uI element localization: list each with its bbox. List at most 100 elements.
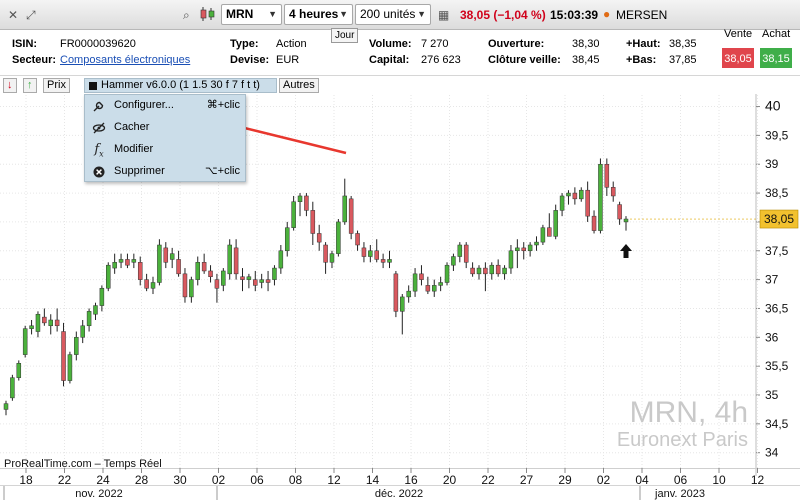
candle-body[interactable] (431, 285, 437, 292)
candle-body[interactable] (259, 279, 264, 283)
menu-item-hide[interactable]: Cacher (85, 117, 245, 138)
candle-body[interactable] (157, 244, 162, 283)
price-tab[interactable]: Prix (43, 78, 70, 93)
candle-body[interactable] (35, 313, 41, 332)
candle-body[interactable] (67, 354, 73, 381)
candle-body[interactable] (74, 337, 79, 355)
candle-body[interactable] (566, 192, 571, 197)
candle-body[interactable] (10, 377, 15, 399)
candle-body[interactable] (163, 247, 169, 263)
candle-body[interactable] (208, 270, 213, 277)
candle-body[interactable] (265, 279, 271, 283)
candle-body[interactable] (189, 279, 194, 298)
candle-body[interactable] (29, 325, 34, 329)
candle-body[interactable] (368, 250, 373, 257)
candle-body[interactable] (54, 319, 60, 327)
candle-body[interactable] (278, 250, 284, 269)
sector-link[interactable]: Composants électroniques (60, 54, 190, 66)
candle-body[interactable] (284, 227, 290, 252)
candle-body[interactable] (400, 296, 405, 312)
candle-body[interactable] (604, 163, 610, 188)
candle-body[interactable] (233, 247, 239, 275)
candle-body[interactable] (61, 331, 66, 381)
menu-item-configure[interactable]: Configurer... ⌘+clic (85, 95, 245, 116)
candle-body[interactable] (521, 247, 526, 252)
indicator-tab[interactable]: Hammer v6.0.0 (1 1.5 30 f 7 f t t) (84, 78, 277, 93)
candle-body[interactable] (86, 311, 92, 327)
candle-body[interactable] (425, 285, 431, 292)
candle-body[interactable] (112, 262, 117, 269)
arrow-down-icon[interactable]: ↓ (3, 78, 17, 93)
candle-body[interactable] (176, 259, 181, 275)
buy-price-button[interactable]: 38,15 (759, 47, 793, 69)
candle-body[interactable] (579, 189, 584, 200)
candle-body[interactable] (515, 247, 520, 252)
candle-body[interactable] (48, 319, 53, 327)
candle-body[interactable] (304, 195, 309, 211)
candle-body[interactable] (329, 253, 335, 263)
candle-body[interactable] (253, 279, 258, 286)
candle-body[interactable] (591, 215, 597, 231)
candle-body[interactable] (310, 210, 316, 234)
candlestick-icon[interactable] (199, 6, 217, 25)
candle-body[interactable] (195, 262, 201, 280)
candle-body[interactable] (617, 204, 622, 220)
others-tab[interactable]: Autres (279, 78, 319, 93)
candle-body[interactable] (3, 403, 9, 410)
calculator-icon[interactable]: ▦ (438, 8, 449, 22)
candle-body[interactable] (297, 195, 303, 202)
candle-body[interactable] (137, 262, 143, 280)
candle-body[interactable] (623, 218, 629, 223)
candle-body[interactable] (559, 195, 565, 211)
candle-body[interactable] (502, 267, 507, 275)
candle-body[interactable] (246, 276, 252, 280)
maximize-icon[interactable]: ⤢ (26, 8, 36, 22)
menu-item-modify[interactable]: fx Modifier (85, 139, 245, 160)
candle-body[interactable] (214, 279, 220, 289)
sell-price-button[interactable]: 38,05 (721, 47, 755, 69)
candle-body[interactable] (106, 264, 111, 289)
candle-body[interactable] (572, 192, 578, 200)
timeframe-select[interactable]: 4 heures ▼ (284, 4, 353, 25)
symbol-select[interactable]: MRN ▼ (221, 4, 282, 25)
candle-body[interactable] (540, 227, 546, 243)
candle-body[interactable] (182, 273, 188, 298)
candle-body[interactable] (457, 244, 463, 257)
candle-body[interactable] (227, 244, 232, 275)
arrow-up-icon[interactable]: ↑ (23, 78, 37, 93)
candle-body[interactable] (444, 264, 450, 283)
candle-body[interactable] (470, 267, 475, 275)
candle-body[interactable] (495, 264, 501, 275)
candle-body[interactable] (201, 262, 207, 272)
candle-body[interactable] (483, 267, 488, 275)
day-button[interactable]: Jour (331, 28, 359, 43)
candle-body[interactable] (16, 363, 22, 378)
candle-body[interactable] (534, 241, 539, 246)
candle-body[interactable] (291, 201, 296, 228)
candle-body[interactable] (144, 279, 149, 289)
candle-body[interactable] (150, 282, 156, 289)
candle-body[interactable] (380, 259, 386, 263)
candle-body[interactable] (131, 259, 137, 263)
candle-body[interactable] (240, 276, 245, 280)
candle-body[interactable] (406, 290, 411, 298)
candle-body[interactable] (342, 195, 348, 223)
candle-body[interactable] (221, 270, 226, 286)
candle-body[interactable] (99, 288, 105, 306)
candle-body[interactable] (355, 233, 360, 246)
candle-body[interactable] (527, 244, 533, 252)
candle-body[interactable] (118, 259, 124, 263)
candle-body[interactable] (336, 221, 341, 254)
candle-body[interactable] (361, 247, 367, 257)
candle-body[interactable] (272, 267, 277, 280)
units-select[interactable]: 200 unités ▼ (355, 4, 431, 25)
candle-body[interactable] (348, 198, 354, 234)
candle-body[interactable] (80, 325, 85, 338)
candle-body[interactable] (489, 264, 495, 275)
candle-body[interactable] (610, 187, 616, 197)
candle-body[interactable] (169, 253, 175, 260)
candle-body[interactable] (387, 259, 392, 263)
candle-body[interactable] (393, 273, 399, 312)
candle-body[interactable] (463, 244, 469, 263)
candle-body[interactable] (547, 227, 552, 237)
